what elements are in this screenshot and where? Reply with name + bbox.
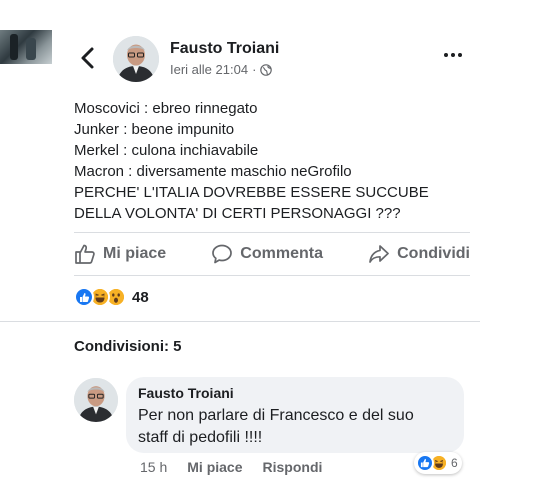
share-icon [369,245,389,263]
comment-time[interactable]: 15 h [140,459,167,475]
author-avatar[interactable] [113,36,159,82]
dot [451,53,455,57]
post-action-bar: Mi piace Commenta Condividi [74,236,470,272]
comment-label: Commenta [240,245,323,262]
comment-bubble: Fausto Troiani Per non parlare di France… [126,377,464,453]
globe-icon [260,63,273,76]
post-line: Junker : beone impunito [74,121,235,138]
reaction-count: 48 [132,288,149,306]
more-options-button[interactable] [444,48,466,62]
reactions-summary[interactable]: 48 [74,287,149,307]
comment-text: Per non parlare di Francesco e del suo s… [138,405,452,449]
like-button[interactable]: Mi piace [74,243,166,265]
post-line: PERCHE' L'ITALIA DOVREBBE ESSERE SUCCUBE [74,184,429,201]
share-label: Condividi [397,245,470,262]
comment-reaction-count: 6 [451,456,458,470]
divider [0,321,480,322]
post-line: Merkel : culona inchiavabile [74,142,259,159]
comment-reply-button[interactable]: Rispondi [263,459,323,475]
comment-line: Per non parlare di Francesco e del suo [138,407,414,424]
post-line: Macron : diversamente maschio neGrofilo [74,163,352,180]
post-line: DELLA VOLONTA' DI CERTI PERSONAGGI ??? [74,205,401,222]
comment-icon [212,244,233,264]
post-line: Moscovici : ebreo rinnegato [74,100,258,117]
share-button[interactable]: Condividi [368,243,470,265]
comment-actions: 15 h Mi piace Rispondi [140,459,322,475]
post-body: Moscovici : ebreo rinnegato Junker : beo… [74,98,494,224]
comment-author-avatar[interactable] [74,378,118,422]
comment-like-button[interactable]: Mi piace [187,459,242,475]
post-timestamp[interactable]: Ieri alle 21:04 [170,62,248,77]
comment-author-name[interactable]: Fausto Troiani [138,385,452,401]
comment-line: staff di pedofili !!!! [138,429,263,446]
like-icon [416,454,434,472]
like-label: Mi piace [103,245,167,262]
shares-count[interactable]: Condivisioni: 5 [74,338,182,355]
like-icon [74,287,94,307]
thumbs-up-icon [75,244,95,264]
thumbnail-image [0,30,52,64]
post-author-name[interactable]: Fausto Troiani [170,40,279,58]
dot [444,53,448,57]
divider [74,232,470,233]
dot [458,53,462,57]
post-meta: Ieri alle 21:04 · [170,62,273,77]
chevron-left-icon [81,47,94,69]
comment-reactions[interactable]: 6 [414,452,462,474]
back-button[interactable] [78,46,98,70]
comment-button[interactable]: Commenta [211,243,323,265]
divider [74,275,470,276]
